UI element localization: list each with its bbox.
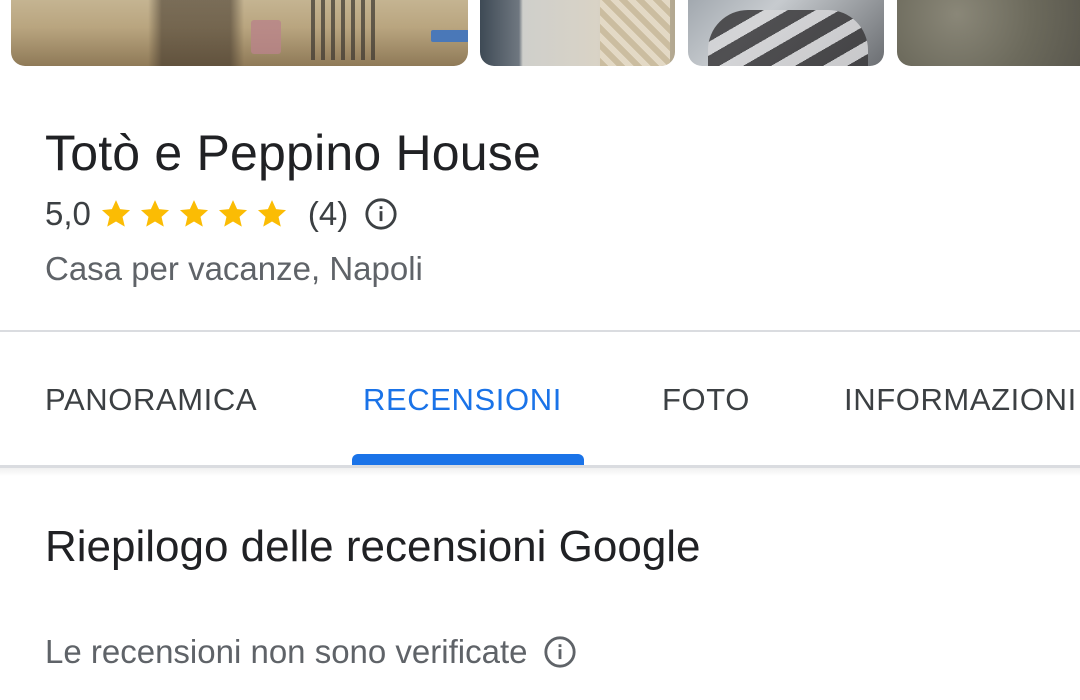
photo-detail xyxy=(431,30,468,42)
tab-overview[interactable]: PANORAMICA xyxy=(45,382,257,418)
photo-thumbnail[interactable] xyxy=(480,0,675,66)
info-icon[interactable] xyxy=(543,635,577,669)
star-icon xyxy=(255,197,289,231)
tab-photos[interactable]: FOTO xyxy=(662,382,750,418)
review-summary-title: Riepilogo delle recensioni Google xyxy=(45,522,701,571)
star-icon xyxy=(99,197,133,231)
tab-info[interactable]: INFORMAZIONI xyxy=(844,382,1077,418)
place-category: Casa per vacanze, Napoli xyxy=(45,250,423,287)
photo-thumbnail[interactable] xyxy=(897,0,1080,66)
photo-thumbnail[interactable] xyxy=(11,0,468,66)
photo-strip[interactable] xyxy=(0,0,1080,67)
info-icon[interactable] xyxy=(364,197,398,231)
unverified-note: Le recensioni non sono verificate xyxy=(45,633,528,670)
photo-detail xyxy=(311,0,381,60)
photo-detail xyxy=(708,10,868,66)
photo-detail xyxy=(251,20,281,54)
review-count[interactable]: (4) xyxy=(308,195,348,233)
place-details-page: Totò e Peppino House 5,0 (4) Casa per va… xyxy=(0,0,1080,700)
unverified-note-row: Le recensioni non sono verificate xyxy=(45,632,577,672)
rating-row: 5,0 (4) xyxy=(45,194,398,234)
star-icon xyxy=(138,197,172,231)
place-title: Totò e Peppino House xyxy=(45,125,542,181)
tab-bar: PANORAMICA RECENSIONI FOTO INFORMAZIONI xyxy=(0,332,1080,466)
star-icon xyxy=(216,197,250,231)
tab-reviews[interactable]: RECENSIONI xyxy=(363,382,562,418)
rating-value: 5,0 xyxy=(45,195,91,232)
star-icon xyxy=(177,197,211,231)
photo-detail xyxy=(600,0,670,66)
tab-shadow xyxy=(0,468,1080,476)
star-rating[interactable] xyxy=(99,197,294,231)
photo-thumbnail[interactable] xyxy=(688,0,884,66)
